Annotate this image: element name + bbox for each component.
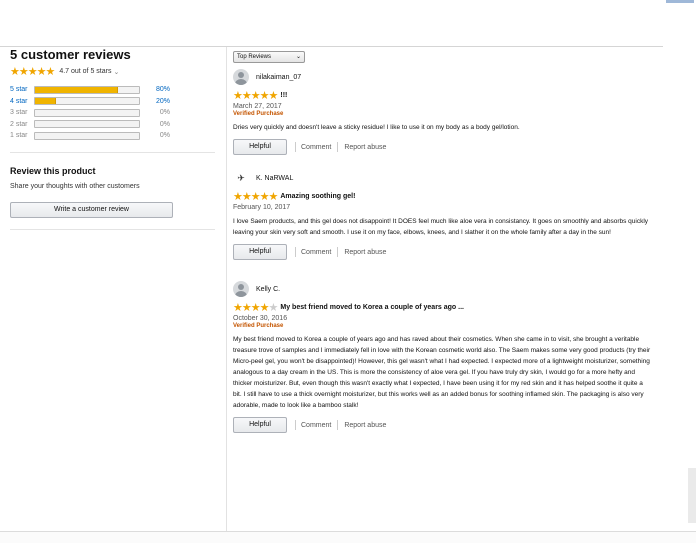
review-summary: 5 customer reviews ★★★★★ 4.7 out of 5 st… bbox=[10, 47, 210, 142]
reviewer-name[interactable]: Kelly C. bbox=[256, 286, 280, 293]
histogram-percent[interactable]: 80% bbox=[140, 86, 170, 93]
review-title[interactable]: Amazing soothing gel! bbox=[280, 193, 355, 200]
review-stars-icon[interactable]: ★★★★★ bbox=[233, 301, 279, 314]
histogram-bar-fill bbox=[35, 86, 119, 93]
histogram-row: 1 star 0% bbox=[10, 130, 210, 142]
histogram-percent: 0% bbox=[159, 120, 170, 128]
star-icon: ★ bbox=[250, 191, 261, 203]
review-body: Dries very quickly and doesn't leave a s… bbox=[233, 124, 520, 131]
verified-purchase-badge[interactable]: Verified Purchase bbox=[233, 323, 653, 329]
review-item: Kelly C. ★★★★★ My best friend moved to K… bbox=[233, 281, 653, 433]
average-rating-text[interactable]: 4.7 out of 5 stars bbox=[59, 68, 111, 75]
histogram-bar-fill bbox=[35, 98, 56, 105]
review-body: I love Saem products, and this gel does … bbox=[233, 218, 649, 236]
column-divider bbox=[226, 47, 227, 543]
chevron-down-icon: ⌄ bbox=[295, 54, 301, 60]
sort-selected-value: Top Reviews bbox=[237, 54, 272, 60]
helpful-button[interactable]: Helpful bbox=[233, 244, 287, 260]
section-divider bbox=[10, 152, 215, 153]
star-icon: ★ bbox=[241, 90, 252, 102]
action-divider bbox=[337, 420, 339, 430]
scrollbar[interactable] bbox=[688, 468, 696, 523]
review-date: October 30, 2016 bbox=[233, 315, 288, 322]
star-icon: ★ bbox=[259, 191, 270, 203]
star-icon: ★ bbox=[250, 90, 261, 102]
histogram-row[interactable]: 5 star 80% bbox=[10, 84, 210, 96]
review-item: ✈ K. NaRWAL ★★★★★ Amazing soothing gel! … bbox=[233, 170, 653, 260]
histogram-bar bbox=[34, 120, 140, 129]
helpful-button[interactable]: Helpful bbox=[233, 139, 287, 155]
histogram-row: 2 star 0% bbox=[10, 119, 210, 131]
chevron-down-icon[interactable]: ⌄ bbox=[113, 68, 119, 76]
histogram-star-label: 2 star bbox=[10, 120, 28, 128]
action-divider bbox=[337, 142, 339, 152]
star-icon: ★ bbox=[250, 302, 261, 314]
histogram-percent[interactable]: 20% bbox=[140, 98, 170, 105]
reviewer-name[interactable]: nilakaiman_07 bbox=[256, 74, 301, 81]
review-stars-icon[interactable]: ★★★★★ bbox=[233, 190, 279, 203]
report-abuse-link[interactable]: Report abuse bbox=[344, 422, 386, 429]
verified-purchase-badge[interactable]: Verified Purchase bbox=[233, 111, 653, 117]
histogram-percent: 0% bbox=[159, 132, 170, 140]
histogram-bar[interactable] bbox=[34, 85, 140, 94]
star-icon: ★ bbox=[259, 90, 270, 102]
review-body: My best friend moved to Korea a couple o… bbox=[233, 336, 651, 409]
histogram-star-label[interactable]: 5 star bbox=[10, 86, 34, 93]
star-icon: ★ bbox=[268, 191, 279, 203]
report-abuse-link[interactable]: Report abuse bbox=[344, 144, 386, 151]
star-icon: ★ bbox=[233, 191, 243, 203]
custom-avatar-icon[interactable]: ✈ bbox=[233, 170, 249, 186]
histogram-star-label[interactable]: 4 star bbox=[10, 98, 34, 105]
review-item: nilakaiman_07 ★★★★★ !!! March 27, 2017 V… bbox=[233, 69, 653, 155]
average-stars-icon: ★★★★★ bbox=[10, 66, 55, 78]
review-title[interactable]: My best friend moved to Korea a couple o… bbox=[280, 304, 464, 311]
reviews-count-title: 5 customer reviews bbox=[10, 47, 131, 62]
histogram-star-label: 3 star bbox=[10, 109, 28, 117]
window-corner-indicator bbox=[666, 0, 694, 3]
star-icon: ★ bbox=[241, 191, 252, 203]
star-icon: ★ bbox=[233, 90, 243, 102]
star-icon: ★ bbox=[268, 302, 279, 314]
review-date: February 10, 2017 bbox=[233, 204, 291, 211]
comment-link[interactable]: Comment bbox=[301, 422, 331, 429]
review-prompt-subtext: Share your thoughts with other customers bbox=[10, 183, 140, 190]
sort-dropdown[interactable]: Top Reviews ⌄ bbox=[233, 51, 305, 63]
bottom-frame bbox=[0, 531, 696, 543]
star-icon: ★ bbox=[241, 302, 252, 314]
average-rating[interactable]: ★★★★★ 4.7 out of 5 stars ⌄ bbox=[10, 65, 210, 78]
action-divider bbox=[295, 420, 296, 430]
histogram-star-label: 1 star bbox=[10, 132, 28, 140]
section-divider bbox=[10, 229, 215, 230]
review-date: March 27, 2017 bbox=[233, 103, 282, 110]
action-divider bbox=[337, 247, 339, 257]
default-avatar-icon[interactable] bbox=[233, 281, 249, 297]
star-icon: ★ bbox=[233, 302, 243, 314]
report-abuse-link[interactable]: Report abuse bbox=[344, 249, 386, 256]
action-divider bbox=[295, 247, 296, 257]
comment-link[interactable]: Comment bbox=[301, 249, 331, 256]
histogram-row: 3 star 0% bbox=[10, 107, 210, 119]
star-icon: ★ bbox=[259, 302, 270, 314]
helpful-button[interactable]: Helpful bbox=[233, 417, 287, 433]
histogram-bar bbox=[34, 131, 140, 140]
action-divider bbox=[295, 142, 296, 152]
write-review-button[interactable]: Write a customer review bbox=[10, 202, 173, 218]
histogram-percent: 0% bbox=[159, 109, 170, 117]
review-prompt-heading: Review this product bbox=[10, 166, 96, 176]
reviewer-name[interactable]: K. NaRWAL bbox=[256, 175, 293, 182]
star-icon: ★ bbox=[268, 90, 279, 102]
rating-histogram: 5 star 80% 4 star 20% 3 star 0% 2 star 0… bbox=[10, 84, 210, 142]
histogram-row[interactable]: 4 star 20% bbox=[10, 96, 210, 108]
review-stars-icon[interactable]: ★★★★★ bbox=[233, 89, 279, 102]
comment-link[interactable]: Comment bbox=[301, 144, 331, 151]
histogram-bar bbox=[34, 108, 140, 117]
default-avatar-icon[interactable] bbox=[233, 69, 249, 85]
review-title[interactable]: !!! bbox=[280, 92, 287, 99]
histogram-bar[interactable] bbox=[34, 97, 140, 106]
